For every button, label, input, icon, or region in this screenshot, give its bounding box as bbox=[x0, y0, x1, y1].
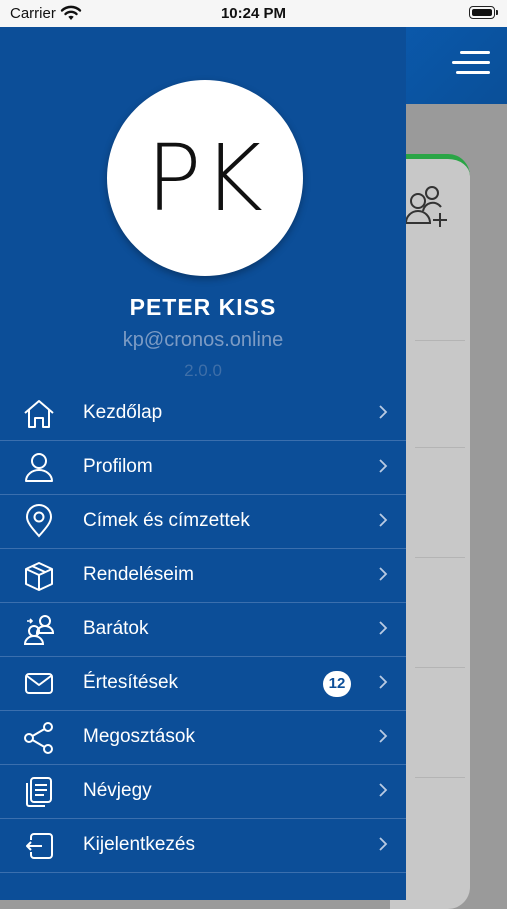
avatar[interactable]: PK bbox=[107, 80, 303, 276]
clock: 10:24 PM bbox=[220, 5, 287, 22]
menu-item-home[interactable]: Kezdőlap bbox=[0, 387, 406, 441]
friends-icon bbox=[23, 615, 55, 645]
menu-item-label: Barátok bbox=[83, 618, 149, 639]
menu-item-label: Rendeléseim bbox=[83, 564, 194, 585]
app-version: 2.0.0 bbox=[184, 361, 222, 380]
chevron-right-icon bbox=[379, 459, 388, 473]
divider bbox=[415, 340, 465, 341]
battery-icon bbox=[469, 6, 498, 19]
chevron-right-icon bbox=[379, 729, 388, 743]
menu-item-label: Profilom bbox=[83, 456, 153, 477]
side-drawer: PK PETER KISS kp@cronos.online 2.0.0 Kez… bbox=[0, 27, 406, 900]
document-icon bbox=[26, 777, 52, 807]
logout-icon bbox=[26, 833, 53, 859]
menu-item-notifications[interactable]: Értesítések 12 bbox=[0, 657, 406, 711]
menu-item-label: Címek és címzettek bbox=[83, 510, 250, 531]
home-icon bbox=[24, 400, 54, 428]
menu-item-label: Kijelentkezés bbox=[83, 834, 195, 855]
drawer-menu: Kezdőlap Profilom Címek és címzettek Ren… bbox=[0, 387, 406, 873]
menu-item-shares[interactable]: Megosztások bbox=[0, 711, 406, 765]
hamburger-menu-icon[interactable] bbox=[448, 45, 490, 81]
chevron-right-icon bbox=[379, 567, 388, 581]
notification-count-badge: 12 bbox=[323, 671, 351, 697]
menu-item-label: Névjegy bbox=[83, 780, 152, 801]
menu-item-profile[interactable]: Profilom bbox=[0, 441, 406, 495]
menu-item-orders[interactable]: Rendeléseim bbox=[0, 549, 406, 603]
add-friend-icon[interactable] bbox=[404, 185, 450, 231]
chevron-right-icon bbox=[379, 621, 388, 635]
menu-item-logout[interactable]: Kijelentkezés bbox=[0, 819, 406, 873]
menu-item-about[interactable]: Névjegy bbox=[0, 765, 406, 819]
chevron-right-icon bbox=[379, 405, 388, 419]
menu-item-friends[interactable]: Barátok bbox=[0, 603, 406, 657]
divider bbox=[415, 777, 465, 778]
menu-item-label: Megosztások bbox=[83, 726, 195, 747]
chevron-right-icon bbox=[379, 837, 388, 851]
status-bar: Carrier 10:24 PM bbox=[0, 0, 507, 27]
user-email: kp@cronos.online bbox=[122, 329, 284, 351]
location-pin-icon bbox=[25, 504, 53, 538]
menu-item-addresses[interactable]: Címek és címzettek bbox=[0, 495, 406, 549]
package-icon bbox=[25, 562, 53, 591]
user-name: PETER KISS bbox=[129, 294, 277, 320]
user-icon bbox=[25, 453, 53, 482]
menu-item-label: Értesítések bbox=[83, 672, 179, 693]
menu-item-label: Kezdőlap bbox=[83, 402, 163, 423]
mail-icon bbox=[25, 673, 53, 694]
chevron-right-icon bbox=[379, 513, 388, 527]
divider bbox=[415, 557, 465, 558]
chevron-right-icon bbox=[379, 675, 388, 689]
chevron-right-icon bbox=[379, 783, 388, 797]
divider bbox=[415, 667, 465, 668]
divider bbox=[415, 447, 465, 448]
share-icon bbox=[24, 722, 53, 754]
avatar-initials: PK bbox=[146, 124, 264, 232]
